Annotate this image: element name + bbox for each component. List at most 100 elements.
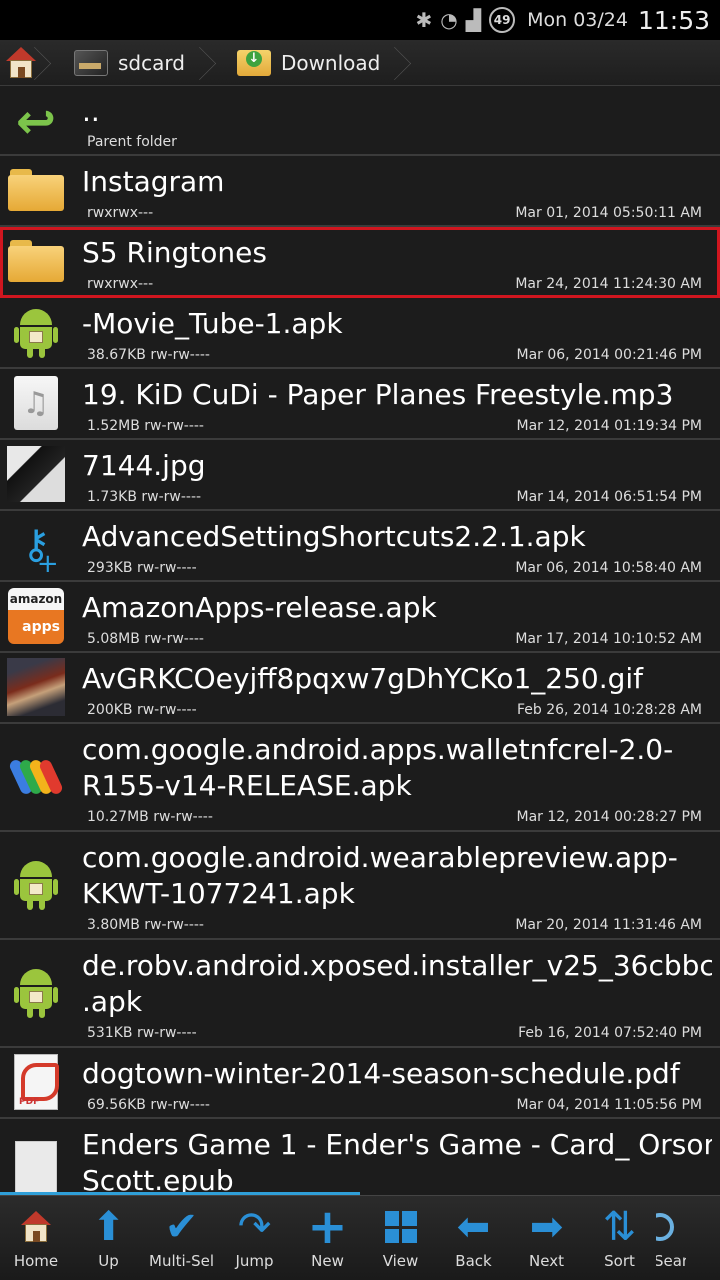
epub-file-icon (6, 1139, 66, 1194)
list-item[interactable]: ⚷ + AdvancedSettingShortcuts2.2.1.apk 293… (0, 511, 720, 582)
checkmark-icon: ✔ (164, 1204, 199, 1250)
file-date: Feb 26, 2014 10:28:28 AM (516, 702, 702, 718)
file-name: AvGRKCOeyjff8pqxw7gDhYCKo1_250.gif (82, 662, 644, 695)
breadcrumb-sdcard[interactable]: sdcard (50, 40, 215, 86)
file-date: Mar 01, 2014 05:50:11 AM (515, 205, 702, 221)
file-date: Mar 14, 2014 06:51:54 PM (516, 489, 702, 505)
file-info: 38.67KB rw-rw---- (87, 347, 210, 363)
google-wallet-icon (6, 746, 66, 806)
file-date: Mar 12, 2014 00:28:27 PM (516, 809, 702, 825)
next-button[interactable]: ➡ Next (510, 1196, 583, 1280)
toolbar-label: Sear (656, 1252, 686, 1270)
home-icon (6, 46, 36, 79)
status-time: 11:53 (637, 5, 710, 35)
file-name: AmazonApps-release.apk (82, 591, 437, 624)
toolbar-label: Up (98, 1252, 119, 1270)
folder-icon (6, 160, 66, 220)
key-plus-icon: ⚷ + (21, 522, 59, 579)
file-date: Mar 06, 2014 00:21:46 PM (516, 347, 702, 363)
file-name: Enders Game 1 - Ender's Game - Card_ Ors… (82, 1128, 712, 1161)
multi-select-button[interactable]: ✔ Multi-Sel (145, 1196, 218, 1280)
list-item[interactable]: Instagram rwxrwx--- Mar 01, 2014 05:50:1… (0, 156, 720, 227)
bottom-toolbar: Home ⬆ Up ✔ Multi-Sel ↷ Jump + New View … (0, 1195, 720, 1280)
toolbar-label: Home (13, 1252, 59, 1270)
android-apk-icon (6, 854, 66, 914)
list-item[interactable]: -Movie_Tube-1.apk 38.67KB rw-rw---- Mar … (0, 298, 720, 369)
toolbar-label: Jump (235, 1252, 274, 1270)
file-info: 293KB rw-rw---- (87, 560, 197, 576)
file-permissions: rwxrwx--- (87, 205, 154, 221)
file-info: 1.52MB rw-rw---- (87, 418, 204, 434)
up-button[interactable]: ⬆ Up (72, 1196, 145, 1280)
file-name: dogtown-winter-2014-season-schedule.pdf (82, 1057, 680, 1090)
breadcrumb-label: Download (280, 50, 381, 75)
right-arrow-icon: ➡ (529, 1204, 564, 1250)
jump-button[interactable]: ↷ Jump (218, 1196, 291, 1280)
home-icon (11, 1204, 61, 1250)
file-info: 1.73KB rw-rw---- (87, 489, 202, 505)
status-bar: ✱ ◔ ▟ 49 Mon 03/24 11:53 (0, 0, 720, 40)
bluetooth-icon: ✱ (415, 8, 433, 32)
list-item[interactable]: Enders Game 1 - Ender's Game - Card_ Ors… (0, 1119, 720, 1194)
list-item[interactable]: dogtown-winter-2014-season-schedule.pdf … (0, 1048, 720, 1119)
search-button[interactable]: Sear (656, 1196, 686, 1280)
file-info: Parent folder (87, 134, 177, 150)
file-date: Mar 12, 2014 01:19:34 PM (516, 418, 702, 434)
file-name: 19. KiD CuDi - Paper Planes Freestyle.mp… (82, 378, 674, 411)
music-file-icon: ♫ (6, 373, 66, 433)
file-date: Mar 24, 2014 11:24:30 AM (515, 276, 702, 292)
file-name: .. (82, 95, 100, 128)
search-icon (656, 1204, 686, 1250)
file-name-continued: Scott.epub (82, 1164, 234, 1194)
grid-view-icon (376, 1204, 426, 1250)
list-item[interactable]: com.google.android.apps.walletnfcrel-2.0… (0, 724, 720, 832)
amazon-apps-icon: amazon apps (6, 586, 66, 646)
image-thumbnail-icon (6, 444, 66, 504)
file-name: AdvancedSettingShortcuts2.2.1.apk (82, 520, 586, 553)
toolbar-label: Back (455, 1252, 492, 1270)
android-apk-icon (6, 962, 66, 1022)
up-arrow-icon: ⬆ (91, 1204, 126, 1250)
list-item[interactable]: com.google.android.wearablepreview.app- … (0, 832, 720, 940)
file-list[interactable]: ↩ .. Parent folder Instagram rwxrwx--- M… (0, 86, 720, 1194)
toolbar-label: New (311, 1252, 344, 1270)
breadcrumb-download[interactable]: Download (215, 40, 410, 86)
file-info: 10.27MB rw-rw---- (87, 809, 213, 825)
jump-arrow-icon: ↷ (237, 1204, 272, 1250)
file-info: 200KB rw-rw---- (87, 702, 197, 718)
list-item[interactable]: amazon apps AmazonApps-release.apk 5.08MB… (0, 582, 720, 653)
list-item[interactable]: AvGRKCOeyjff8pqxw7gDhYCKo1_250.gif 200KB… (0, 653, 720, 724)
view-button[interactable]: View (364, 1196, 437, 1280)
file-info: 531KB rw-rw---- (87, 1025, 197, 1041)
new-button[interactable]: + New (291, 1196, 364, 1280)
android-apk-icon (6, 302, 66, 362)
status-date: Mon 03/24 (527, 9, 628, 31)
toolbar-label: Multi-Sel (149, 1252, 214, 1270)
list-item[interactable]: ♫ 19. KiD CuDi - Paper Planes Freestyle.… (0, 369, 720, 440)
file-date: Mar 04, 2014 11:05:56 PM (516, 1097, 702, 1113)
list-item[interactable]: de.robv.android.xposed.installer_v25_36c… (0, 940, 720, 1048)
file-date: Feb 16, 2014 07:52:40 PM (518, 1025, 702, 1041)
file-name-continued: R155-v14-RELEASE.apk (82, 769, 412, 802)
download-folder-icon (236, 49, 271, 76)
file-info: 5.08MB rw-rw---- (87, 631, 204, 647)
home-button[interactable]: Home (0, 1196, 72, 1280)
back-button[interactable]: ⬅ Back (437, 1196, 510, 1280)
breadcrumb: sdcard Download (0, 40, 720, 86)
breadcrumb-home[interactable] (0, 40, 50, 86)
list-item[interactable]: ↩ .. Parent folder (0, 86, 720, 156)
list-item-selected[interactable]: S5 Ringtones rwxrwx--- Mar 24, 2014 11:2… (0, 227, 720, 298)
file-permissions: rwxrwx--- (87, 276, 154, 292)
file-date: Mar 20, 2014 11:31:46 AM (515, 917, 702, 933)
file-name: com.google.android.wearablepreview.app- (82, 841, 678, 874)
wifi-icon: ◔ (440, 8, 458, 32)
list-item[interactable]: 7144.jpg 1.73KB rw-rw---- Mar 14, 2014 0… (0, 440, 720, 511)
sort-button[interactable]: ⇅ Sort (583, 1196, 656, 1280)
file-name: -Movie_Tube-1.apk (82, 307, 343, 340)
file-name: com.google.android.apps.walletnfcrel-2.0… (82, 733, 674, 766)
file-name-continued: KKWT-1077241.apk (82, 877, 355, 910)
file-date: Mar 17, 2014 10:10:52 AM (515, 631, 702, 647)
file-name: de.robv.android.xposed.installer_v25_36c… (82, 949, 712, 982)
file-name: S5 Ringtones (82, 236, 267, 269)
back-arrow-icon: ↩ (15, 94, 57, 150)
